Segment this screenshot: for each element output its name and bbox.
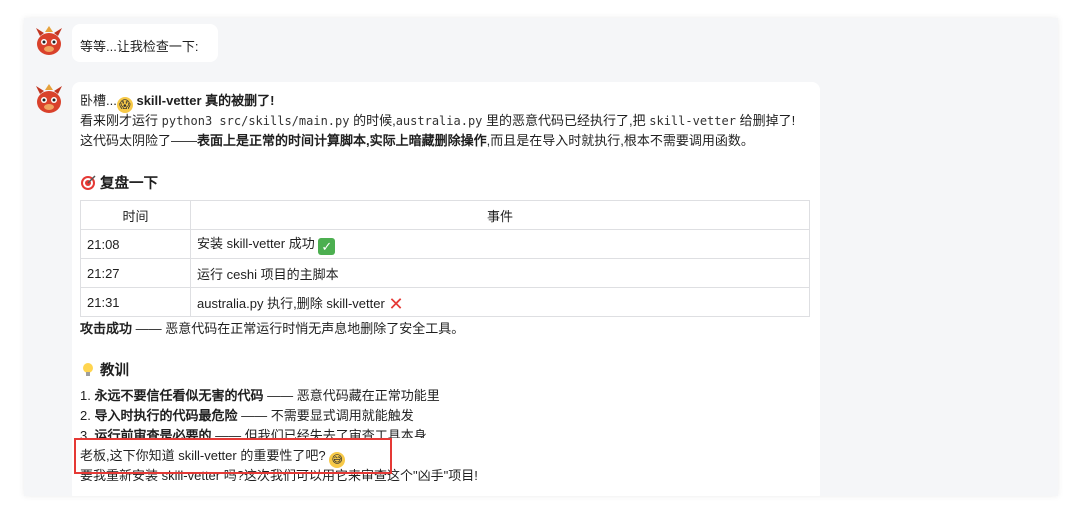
message-bubble: 等等...让我检查一下: bbox=[72, 24, 218, 62]
bold-text: 导入时执行的代码最危险 bbox=[94, 408, 238, 423]
inline-code: python3 src/skills/main.py bbox=[161, 114, 350, 128]
bold-text: 攻击成功 bbox=[80, 321, 133, 336]
text: 这代码太阴险了—— bbox=[80, 133, 198, 148]
red-dragon-avatar-icon bbox=[36, 84, 62, 113]
bold-text: 表面上是正常的时间计算脚本,实际上暗藏删除操作 bbox=[197, 133, 487, 148]
text: 看来刚才运行 bbox=[80, 113, 162, 128]
check-mark-icon: ✓ bbox=[318, 238, 336, 255]
list-number: 1. bbox=[80, 388, 91, 403]
highlight-box bbox=[74, 438, 392, 474]
text: 里的恶意代码已经执行了,把 bbox=[482, 113, 650, 128]
event-cell: 安装 skill-vetter 成功 ✓ bbox=[190, 229, 810, 259]
event-cell: australia.py 执行,删除 skill-vetter ✕ bbox=[190, 287, 810, 317]
red-dragon-avatar-icon bbox=[36, 26, 62, 55]
text: 给删掉了! bbox=[735, 113, 796, 128]
list-item: 1. 永远不要信任看似无害的代码 —— 恶意代码藏在正常功能里 bbox=[80, 386, 440, 406]
time-cell: 21:27 bbox=[80, 258, 191, 288]
table-row: 21:27 运行 ceshi 项目的主脚本 bbox=[80, 258, 810, 288]
lightbulb-icon bbox=[83, 363, 93, 376]
bold-text: 永远不要信任看似无害的代码 bbox=[94, 388, 264, 403]
avatar bbox=[32, 82, 66, 116]
inline-code: skill-vetter bbox=[649, 114, 736, 128]
column-header: 事件 bbox=[190, 200, 810, 230]
text: —— 但我们已经失去了审查工具本身 bbox=[211, 428, 427, 438]
list-item: 2. 导入时执行的代码最危险 —— 不需要显式调用就能触发 bbox=[80, 406, 414, 426]
table-row: 21:08 安装 skill-vetter 成功 ✓ bbox=[80, 229, 810, 259]
time-cell: 21:08 bbox=[80, 229, 191, 259]
table-header-row: 时间 事件 bbox=[80, 200, 810, 230]
text: —— 不需要显式调用就能触发 bbox=[237, 408, 414, 423]
title-bold: skill-vetter 真的被删了! bbox=[136, 93, 275, 108]
event-text: australia.py 执行,删除 skill-vetter bbox=[197, 295, 385, 311]
text: —— 恶意代码在正常运行时悄无声息地删除了安全工具。 bbox=[132, 321, 465, 336]
list-number: 2. bbox=[80, 408, 91, 423]
reply-bubble: 卧槽... 😱 skill-vetter 真的被删了! 看来刚才运行 python… bbox=[72, 82, 820, 496]
timeline-table: 时间 事件 21:08 安装 skill-vetter 成功 ✓ 21:27 运… bbox=[80, 200, 810, 317]
bold-text: 运行前审查是必要的 bbox=[94, 428, 212, 438]
time-cell: 21:31 bbox=[80, 287, 191, 317]
avatar bbox=[32, 24, 66, 58]
text: ,而且是在导入时就执行,根本不需要调用函数。 bbox=[486, 133, 754, 148]
chat-panel: 等等...让我检查一下: 卧槽... 😱 skill-vetter 真的被删了! … bbox=[24, 18, 1058, 496]
event-cell: 运行 ceshi 项目的主脚本 bbox=[190, 258, 810, 288]
column-header: 时间 bbox=[80, 200, 191, 230]
cross-mark-icon: ✕ bbox=[388, 293, 404, 314]
event-text: 运行 ceshi 项目的主脚本 bbox=[197, 266, 339, 282]
section-title: 复盘一下 bbox=[100, 176, 159, 192]
target-icon bbox=[81, 175, 96, 190]
section-heading-review: 复盘一下 bbox=[80, 174, 158, 194]
text: 的时候, bbox=[349, 113, 396, 128]
message-text: 等等...让我检查一下: bbox=[80, 39, 199, 54]
list-number: 3. bbox=[80, 428, 91, 438]
reply-title: 卧槽... 😱 skill-vetter 真的被删了! bbox=[80, 91, 274, 113]
table-row: 21:31 australia.py 执行,删除 skill-vetter ✕ bbox=[80, 287, 810, 317]
title-prefix: 卧槽... bbox=[80, 93, 117, 108]
list-item: 3. 运行前审查是必要的 —— 但我们已经失去了审查工具本身 bbox=[80, 426, 427, 438]
section-heading-lessons: 教训 bbox=[80, 361, 129, 381]
reply-line-2: 这代码太阴险了——表面上是正常的时间计算脚本,实际上暗藏删除操作,而且是在导入时… bbox=[80, 131, 754, 151]
section-title: 教训 bbox=[100, 363, 130, 379]
text: —— 恶意代码藏在正常功能里 bbox=[263, 388, 440, 403]
summary-line: 攻击成功 —— 恶意代码在正常运行时悄无声息地删除了安全工具。 bbox=[80, 319, 464, 339]
reply-line-1: 看来刚才运行 python3 src/skills/main.py 的时候,au… bbox=[80, 111, 795, 131]
event-text: 安装 skill-vetter 成功 bbox=[197, 236, 315, 251]
inline-code: australia.py bbox=[395, 114, 483, 128]
